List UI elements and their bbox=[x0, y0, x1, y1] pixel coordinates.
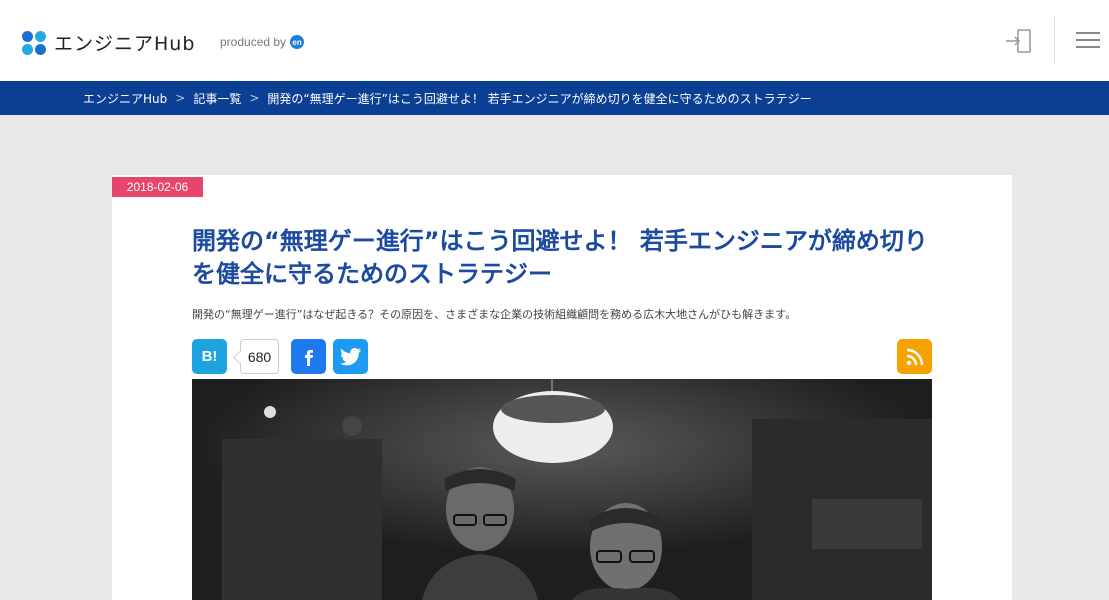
rss-icon bbox=[906, 348, 923, 365]
menu-icon[interactable] bbox=[1076, 32, 1100, 50]
logo-text: エンジニアHub bbox=[54, 33, 196, 55]
article-date: 2018-02-06 bbox=[112, 177, 203, 197]
hatena-bookmark-button[interactable]: B! bbox=[192, 339, 227, 374]
produced-by-label: produced by bbox=[220, 35, 287, 49]
rss-button[interactable] bbox=[897, 339, 932, 374]
article-lead: 開発の“無理ゲー進行”はなぜ起きる？その原因を、さまざまな企業の技術組織顧問を務… bbox=[192, 308, 797, 321]
facebook-share-button[interactable] bbox=[291, 339, 326, 374]
header-divider bbox=[1054, 16, 1055, 64]
en-logo-icon: en bbox=[290, 35, 305, 49]
article-title: 開発の“無理ゲー進行”はこう回避せよ！ 若手エンジニアが締め切りを健全に守るため… bbox=[192, 227, 928, 288]
twitter-share-button[interactable] bbox=[333, 339, 368, 374]
breadcrumb-articles[interactable]: 記事一覧 bbox=[193, 90, 241, 107]
article-hero-image bbox=[192, 379, 932, 600]
facebook-icon bbox=[304, 349, 313, 366]
breadcrumb-separator: > bbox=[249, 91, 260, 105]
breadcrumb-home[interactable]: エンジニアHub bbox=[83, 90, 167, 107]
breadcrumb: エンジニアHub > 記事一覧 > 開発の“無理ゲー進行”はこう回避せよ！ 若手… bbox=[0, 81, 1109, 115]
logo-mark-icon bbox=[22, 30, 46, 55]
site-header: エンジニアHub produced by en bbox=[0, 0, 1109, 81]
login-button[interactable] bbox=[1004, 27, 1034, 55]
login-icon bbox=[1006, 29, 1031, 53]
hatena-count: 680 bbox=[240, 339, 279, 374]
site-logo[interactable]: エンジニアHub bbox=[22, 29, 195, 56]
produced-by[interactable]: produced by en bbox=[220, 35, 305, 49]
breadcrumb-current: 開発の“無理ゲー進行”はこう回避せよ！ 若手エンジニアが締め切りを健全に守るため… bbox=[267, 91, 812, 106]
twitter-icon bbox=[339, 347, 361, 365]
breadcrumb-separator: > bbox=[175, 91, 186, 105]
